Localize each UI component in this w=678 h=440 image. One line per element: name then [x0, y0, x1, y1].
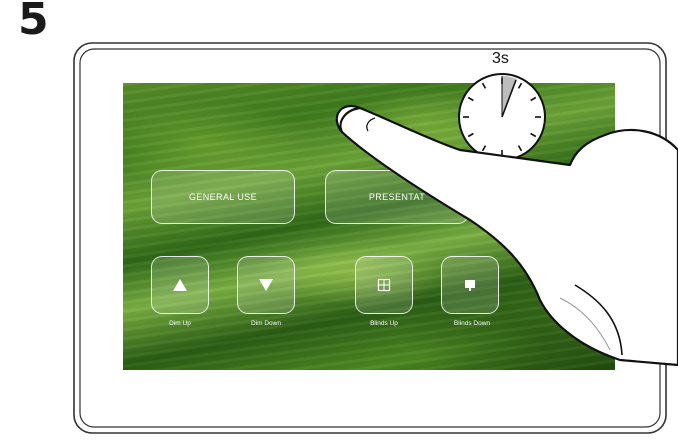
general-use-label: GENERAL USE: [188, 192, 258, 202]
room-label: m: [371, 123, 379, 133]
blinds-down-button[interactable]: [441, 256, 499, 314]
presentation-button[interactable]: PRESENTAT: [325, 170, 469, 224]
screen-icon: [465, 280, 475, 291]
dim-down-label: Dim Down: [251, 320, 281, 327]
dim-up-label: Dim Up: [169, 320, 191, 327]
triangle-down-icon: [259, 279, 273, 291]
general-use-button[interactable]: GENERAL USE: [151, 170, 295, 224]
dim-up-button[interactable]: [151, 256, 209, 314]
presentation-label: PRESENTAT: [368, 192, 426, 202]
timer-label: 3s: [492, 50, 509, 67]
blinds-down-label: Blinds Down: [453, 320, 491, 327]
window-icon: [377, 278, 391, 292]
touch-screen[interactable]: m GENERAL USE PRESENTAT LIGHT Dim Up Dim…: [123, 83, 615, 370]
dim-down-button[interactable]: [237, 256, 295, 314]
blinds-up-button[interactable]: [355, 256, 413, 314]
light-label: LIGHT: [554, 192, 584, 202]
light-button[interactable]: LIGHT: [499, 170, 615, 224]
blinds-up-label: Blinds Up: [370, 320, 398, 327]
triangle-up-icon: [173, 279, 187, 291]
